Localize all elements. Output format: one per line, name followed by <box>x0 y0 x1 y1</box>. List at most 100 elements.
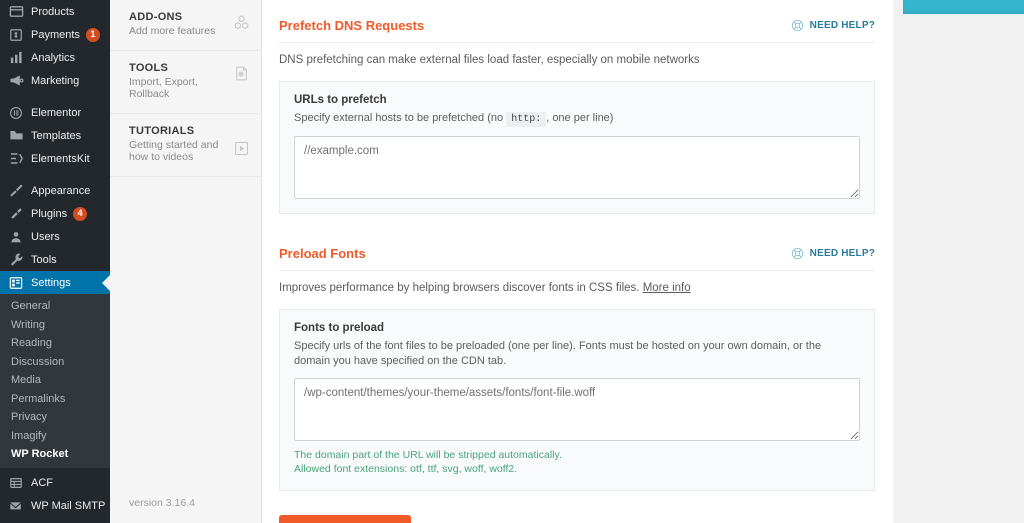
top-accent-bar <box>903 0 1024 14</box>
sidebar-item-media[interactable]: Media <box>0 371 110 390</box>
sidebar-item-label: WP Mail SMTP <box>31 500 106 512</box>
sidebar-item-plugins[interactable]: Plugins 4 <box>0 202 110 225</box>
need-help-label: NEED HELP? <box>809 248 875 259</box>
section-preload-fonts: Preload Fonts NEED HELP? Improves perfor… <box>279 246 875 491</box>
fonts-to-preload-textarea[interactable] <box>294 378 860 441</box>
sidebar-item-discussion[interactable]: Discussion <box>0 353 110 372</box>
section-prefetch-dns: Prefetch DNS Requests NEED HELP? DNS pre… <box>279 18 875 214</box>
fonts-note-domain: The domain part of the URL will be strip… <box>294 449 562 461</box>
sidebar-item-privacy[interactable]: Privacy <box>0 408 110 427</box>
prefetch-field-label: URLs to prefetch <box>294 94 387 106</box>
hint-text-before: Specify external hosts to be prefetched … <box>294 112 504 124</box>
cubes-icon <box>233 14 250 36</box>
nav-item-title: TOOLS <box>129 61 169 74</box>
paintbrush-icon <box>8 183 24 199</box>
fonts-field-label: Fonts to preload <box>294 322 385 334</box>
sidebar-item-label: Products <box>31 5 75 18</box>
nav-item-subtitle: Import, Export, Rollback <box>129 75 198 101</box>
section-description: Improves performance by helping browsers… <box>279 271 875 309</box>
wp-rocket-nav: ADD-ONS Add more features TOOLS Import, … <box>110 0 262 523</box>
sidebar-item-elementor[interactable]: Elementor <box>0 101 110 124</box>
nav-item-title: TUTORIALS <box>129 124 195 137</box>
sidebar-item-label: Templates <box>31 129 82 142</box>
fonts-notes: The domain part of the URL will be strip… <box>294 448 860 476</box>
sidebar-item-wp-mail-smtp[interactable]: WP Mail SMTP <box>0 495 110 518</box>
megaphone-icon <box>8 73 24 89</box>
save-changes-button[interactable]: SAVE CHANGES <box>279 515 412 523</box>
lifebuoy-icon <box>791 247 804 260</box>
sidebar-item-label: Marketing <box>31 74 80 87</box>
products-icon <box>8 4 24 20</box>
sidebar-item-appearance[interactable]: Appearance <box>0 179 110 202</box>
prefetch-field-box: URLs to prefetch Specify external hosts … <box>279 81 875 214</box>
elementor-icon <box>8 105 24 121</box>
sidebar-item-products[interactable]: Products <box>0 0 110 23</box>
section-description: DNS prefetching can make external files … <box>279 54 700 66</box>
sidebar-item-general[interactable]: General <box>0 297 110 316</box>
nav-item-title: ADD-ONS <box>129 11 183 23</box>
nav-item-tutorials[interactable]: TUTORIALS Getting started and how to vid… <box>110 114 261 177</box>
sidebar-item-users[interactable]: Users <box>0 225 110 248</box>
sidebar-item-imagify[interactable]: Imagify <box>0 427 110 446</box>
preload-fonts-field-box: Fonts to preload Specify urls of the fon… <box>279 309 875 491</box>
sidebar-item-label: Users <box>31 230 60 243</box>
sidebar-item-label: Analytics <box>31 51 76 64</box>
description-text: Improves performance by helping browsers… <box>279 282 640 294</box>
sidebar-item-acf[interactable]: ACF <box>0 472 110 495</box>
wp-admin-screen: Products Payments 1 Analytics Marketing … <box>0 0 1024 523</box>
sidebar-separator <box>0 518 110 523</box>
sidebar-badge-plugins: 4 <box>73 206 88 221</box>
sidebar-item-label: Elementor <box>31 106 82 119</box>
sidebar-item-tools[interactable]: Tools <box>0 248 110 271</box>
section-title: Prefetch DNS Requests <box>279 18 425 33</box>
sidebar-separator <box>0 170 110 179</box>
sidebar-separator <box>0 92 110 101</box>
acf-icon <box>8 475 24 491</box>
sidebar-item-elementskit[interactable]: ElementsKit <box>0 147 110 170</box>
sidebar-item-label: Payments <box>31 28 80 41</box>
sidebar-item-reading[interactable]: Reading <box>0 334 110 353</box>
wp-rocket-version: version 3.16.4 <box>129 497 195 509</box>
nav-item-tools[interactable]: TOOLS Import, Export, Rollback <box>110 51 261 114</box>
more-info-link[interactable]: More info <box>643 282 691 294</box>
need-help-label: NEED HELP? <box>809 20 875 31</box>
elementskit-icon <box>8 151 24 167</box>
need-help-link-preload-fonts[interactable]: NEED HELP? <box>791 247 875 260</box>
sidebar-item-writing[interactable]: Writing <box>0 316 110 335</box>
settings-icon <box>8 275 24 291</box>
sidebar-item-settings[interactable]: Settings <box>0 271 110 294</box>
sidebar-item-permalinks[interactable]: Permalinks <box>0 390 110 409</box>
sidebar-item-marketing[interactable]: Marketing <box>0 69 110 92</box>
sidebar-item-payments[interactable]: Payments 1 <box>0 23 110 46</box>
sidebar-badge-payments: 1 <box>85 27 100 42</box>
play-video-icon <box>233 140 250 162</box>
nav-item-add-ons[interactable]: ADD-ONS Add more features <box>110 0 261 51</box>
need-help-link-prefetch[interactable]: NEED HELP? <box>791 19 875 32</box>
file-gear-icon <box>233 65 250 87</box>
sidebar-item-templates[interactable]: Templates <box>0 124 110 147</box>
templates-icon <box>8 128 24 144</box>
section-header: Preload Fonts NEED HELP? <box>279 246 875 271</box>
plug-icon <box>8 206 24 222</box>
sidebar-item-wp-rocket[interactable]: WP Rocket <box>0 445 110 464</box>
user-icon <box>8 229 24 245</box>
analytics-icon <box>8 50 24 66</box>
save-row: SAVE CHANGES <box>279 491 875 523</box>
prefetch-urls-textarea[interactable] <box>294 136 860 199</box>
nav-item-subtitle: Getting started and how to videos <box>129 138 219 164</box>
content-area: Prefetch DNS Requests NEED HELP? DNS pre… <box>262 0 1024 523</box>
settings-submenu: General Writing Reading Discussion Media… <box>0 294 110 468</box>
envelope-icon <box>8 498 24 514</box>
sidebar-item-label: Tools <box>31 253 57 266</box>
sidebar-item-label: Plugins <box>31 207 68 220</box>
section-title: Preload Fonts <box>279 246 366 261</box>
sidebar-item-label: Settings <box>31 276 71 289</box>
wrench-icon <box>8 252 24 268</box>
fonts-note-extensions: Allowed font extensions: otf, ttf, svg, … <box>294 463 518 475</box>
prefetch-field-hint: Specify external hosts to be prefetched … <box>294 111 860 127</box>
http-code-chip: http: <box>506 112 547 127</box>
settings-panel: Prefetch DNS Requests NEED HELP? DNS pre… <box>262 0 893 523</box>
nav-item-subtitle: Add more features <box>129 25 216 37</box>
sidebar-item-analytics[interactable]: Analytics <box>0 46 110 69</box>
